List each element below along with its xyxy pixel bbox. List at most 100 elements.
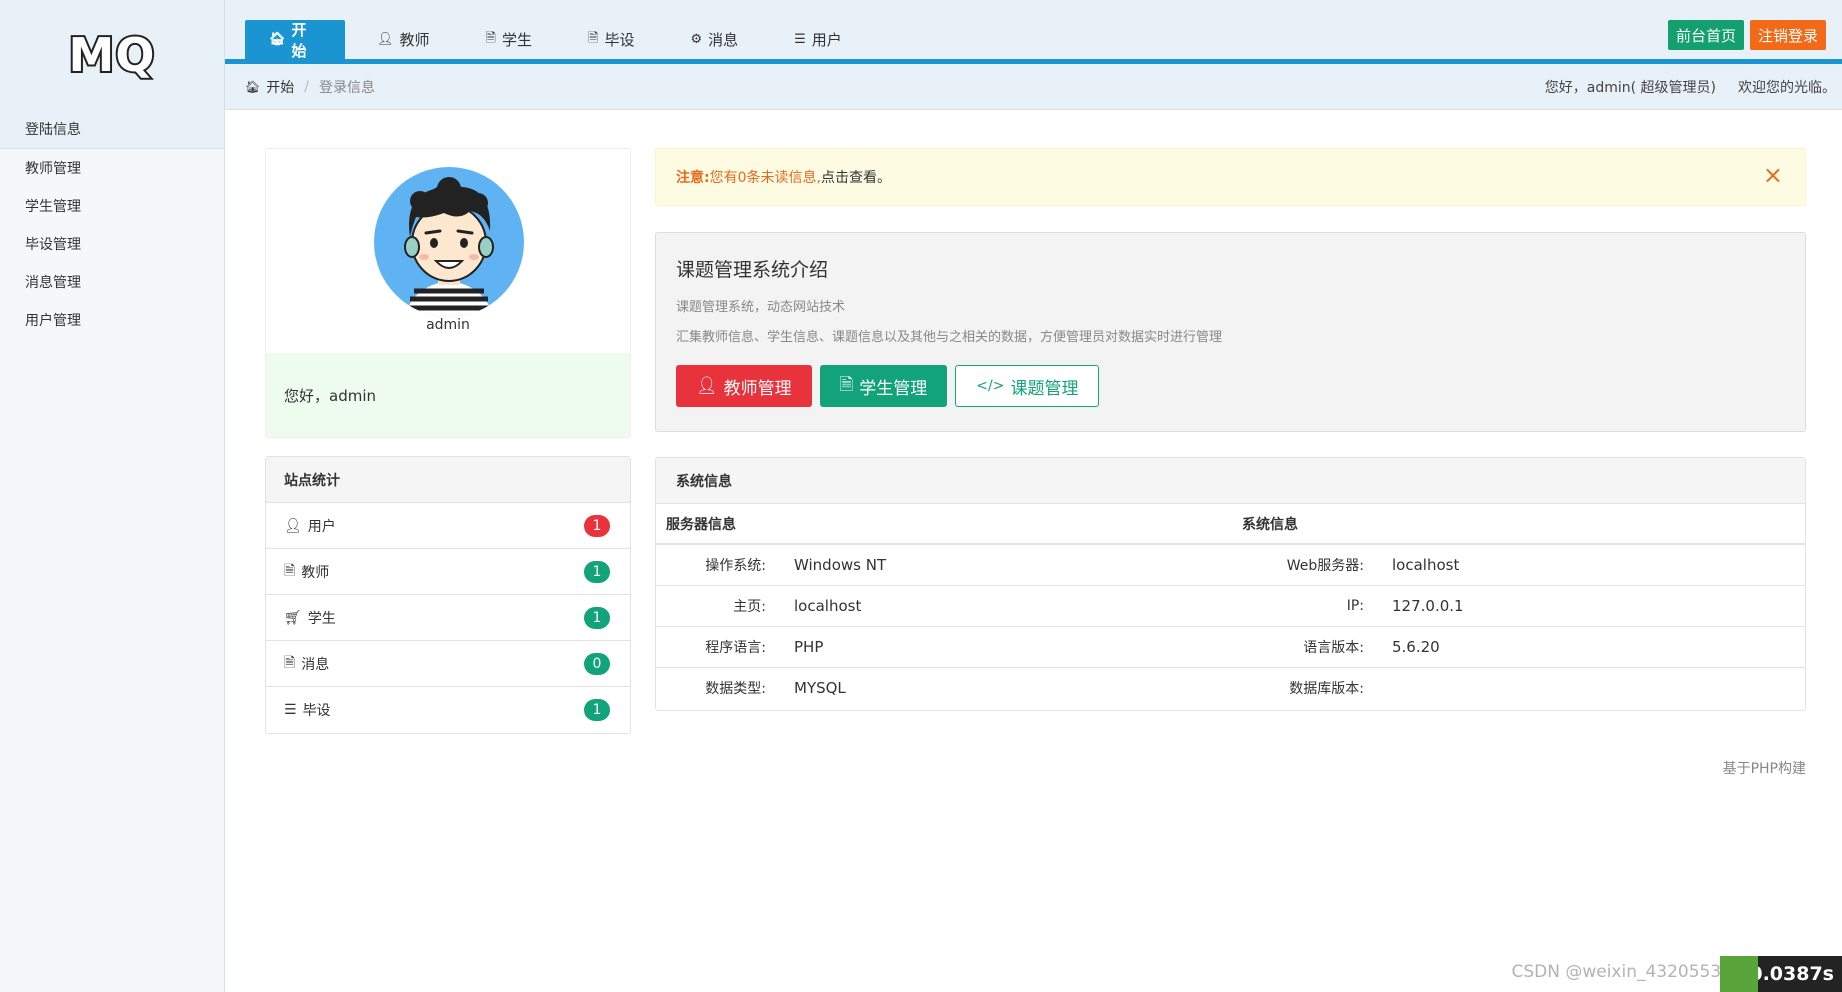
system-info-table: 服务器信息 系统信息 操作系统: Windows NT Web服务器: loca… [656,504,1805,708]
info-key: 主页: [656,585,794,627]
database-icon: ☰ [284,702,297,718]
alert-link[interactable]: 点击查看。 [821,167,891,187]
breadcrumb-home[interactable]: 🏠︎ 开始 [245,77,294,97]
sidebar-item-user[interactable]: 用户管理 [0,301,224,339]
stat-row-message[interactable]: 🗎 消息 0 [266,641,630,687]
alert-text: 您有0条未读信息, [709,170,821,186]
sidebar-item-student[interactable]: 学生管理 [0,187,224,225]
teacher-manage-button[interactable]: 👤︎ 教师管理 [676,365,812,407]
sidebar-item-login-info[interactable]: 登陆信息 [0,110,224,149]
top-bar: MQ 🏠︎ 开始 👤︎ 教师 🗎 学生 🗎 毕设 ⚙ 消息 ☰ 用户 前台首页 … [0,0,1842,110]
stat-label: 毕设 [302,703,331,719]
stat-count-badge: 1 [584,699,610,721]
welcome-area: 您好，admin( 超级管理员) 欢迎您的光临。 [1545,64,1836,110]
breadcrumb-current: 登录信息 [318,79,375,96]
tab-message[interactable]: ⚙ 消息 [666,20,762,59]
system-info-panel: 系统信息 服务器信息 系统信息 操作系统: Windows NT Web服务器:… [655,457,1806,711]
file-icon: 🗎 [284,562,296,579]
tab-start[interactable]: 🏠︎ 开始 [245,20,345,60]
profile-hello: 您好，admin [266,353,630,437]
tab-label: 开始 [291,20,307,60]
sidebar-item-project[interactable]: 毕设管理 [0,225,224,263]
tab-label: 用户 [811,31,842,49]
info-key: 程序语言: [656,626,794,668]
main-nav: 🏠︎ 开始 👤︎ 教师 🗎 学生 🗎 毕设 ⚙ 消息 ☰ 用户 前台首页 注销登… [225,0,1842,64]
breadcrumb-home-label: 开始 [266,79,295,96]
stat-row-teacher[interactable]: 🗎 教师 1 [266,549,630,595]
tab-student[interactable]: 🗎 学生 [462,20,556,59]
column-header-server: 服务器信息 [656,504,1232,545]
intro-buttons: 👤︎ 教师管理 🗎 学生管理 </> 课题管理 [676,365,1785,407]
user-icon: 👤︎ [696,376,718,396]
welcome-greeting: 您好，admin( 超级管理员) [1544,80,1716,96]
system-info-title: 系统信息 [656,458,1805,504]
breadcrumb: 🏠︎ 开始 / 登录信息 您好，admin( 超级管理员) 欢迎您的光临。 [225,64,1842,110]
nav-tabs: 🏠︎ 开始 👤︎ 教师 🗎 学生 🗎 毕设 ⚙ 消息 ☰ 用户 [245,20,874,60]
home-icon: 🏠︎ [245,79,261,94]
unread-alert: 注意: 您有0条未读信息, 点击查看。 × [655,148,1806,206]
table-row: 数据类型: MYSQL 数据库版本: [656,667,1805,708]
tab-teacher[interactable]: 👤︎ 教师 [353,20,454,59]
user-icon: 👤︎ [284,517,302,534]
footer-note: 基于PHP构建 [1722,761,1806,777]
user-icon: 👤︎ [377,32,394,47]
stat-label: 用户 [307,518,336,535]
info-value: 5.6.20 [1392,626,1805,668]
breadcrumb-separator: / [304,78,309,95]
stat-count-badge: 0 [584,652,610,675]
table-header-row: 服务器信息 系统信息 [656,504,1805,545]
info-key: IP: [1232,585,1392,627]
logo: MQ [67,26,157,84]
column-header-system: 系统信息 [1232,504,1805,545]
stat-row-student[interactable]: 🛒︎ 学生 1 [266,595,630,641]
file-icon: 🗎 [588,30,599,46]
info-value: MYSQL [794,678,846,697]
file-text-icon: 🗎 [284,654,296,671]
intro-line-2: 汇集教师信息、学生信息、课题信息以及其他与之相关的数据，方便管理员对数据实时进行… [676,330,1223,345]
close-icon[interactable]: × [1763,163,1783,187]
sidebar-item-message[interactable]: 消息管理 [0,263,224,301]
stat-label: 学生 [307,610,336,627]
info-value: 127.0.0.1 [1392,585,1805,627]
tab-user[interactable]: ☰ 用户 [770,20,866,59]
button-label: 教师管理 [723,378,792,399]
welcome-message: 欢迎您的光临。 [1738,80,1836,96]
logout-button[interactable]: 注销登录 [1749,20,1826,50]
stat-count-badge: 1 [584,606,610,629]
topic-manage-button[interactable]: </> 课题管理 [955,365,1100,407]
table-row: 主页: localhost IP: 127.0.0.1 [656,585,1805,627]
avatar-illustration [404,177,494,317]
tab-project[interactable]: 🗎 毕设 [564,20,658,59]
info-key: 操作系统: [656,544,794,586]
stat-label: 教师 [301,564,330,581]
info-value: PHP [794,626,1232,668]
info-key: 数据库版本: [1289,680,1364,697]
stat-count-badge: 1 [584,514,610,537]
sidebar-item-teacher[interactable]: 教师管理 [0,149,224,187]
info-value: localhost [794,585,1232,627]
stat-row-project[interactable]: ☰ 毕设 1 [266,687,630,733]
home-icon: 🏠︎ [269,32,286,47]
stat-count-badge: 1 [584,560,610,583]
code-icon: </> [976,378,1005,394]
site-stats-panel: 站点统计 👤︎ 用户 1 🗎 教师 1 🛒︎ 学生 1 🗎 消息 0 ☰ 毕设 1 [265,456,631,734]
student-manage-button[interactable]: 🗎 学生管理 [819,365,948,407]
logo-area[interactable]: MQ [0,0,225,110]
tab-label: 消息 [708,31,739,49]
tab-label: 毕设 [604,31,635,49]
front-home-button[interactable]: 前台首页 [1667,20,1744,50]
info-key: 语言版本: [1232,626,1392,668]
stat-label: 消息 [301,656,330,673]
render-timer: 0.0387s [1720,956,1842,992]
file-icon: 🗎 [485,30,496,46]
avatar [374,167,524,317]
file-icon: 🗎 [839,374,854,395]
stat-row-user[interactable]: 👤︎ 用户 1 [266,503,630,549]
intro-panel: 课题管理系统介绍 课题管理系统，动态网站技术 汇集教师信息、学生信息、课题信息以… [655,232,1806,432]
alert-prefix: 注意: [676,170,710,186]
profile-card: admin 您好，admin [265,148,631,438]
site-stats-title: 站点统计 [266,457,630,503]
info-key: 数据类型: [705,680,766,697]
intro-line-1: 课题管理系统，动态网站技术 [676,300,846,315]
timer-value: 0.0387s [1749,963,1834,985]
